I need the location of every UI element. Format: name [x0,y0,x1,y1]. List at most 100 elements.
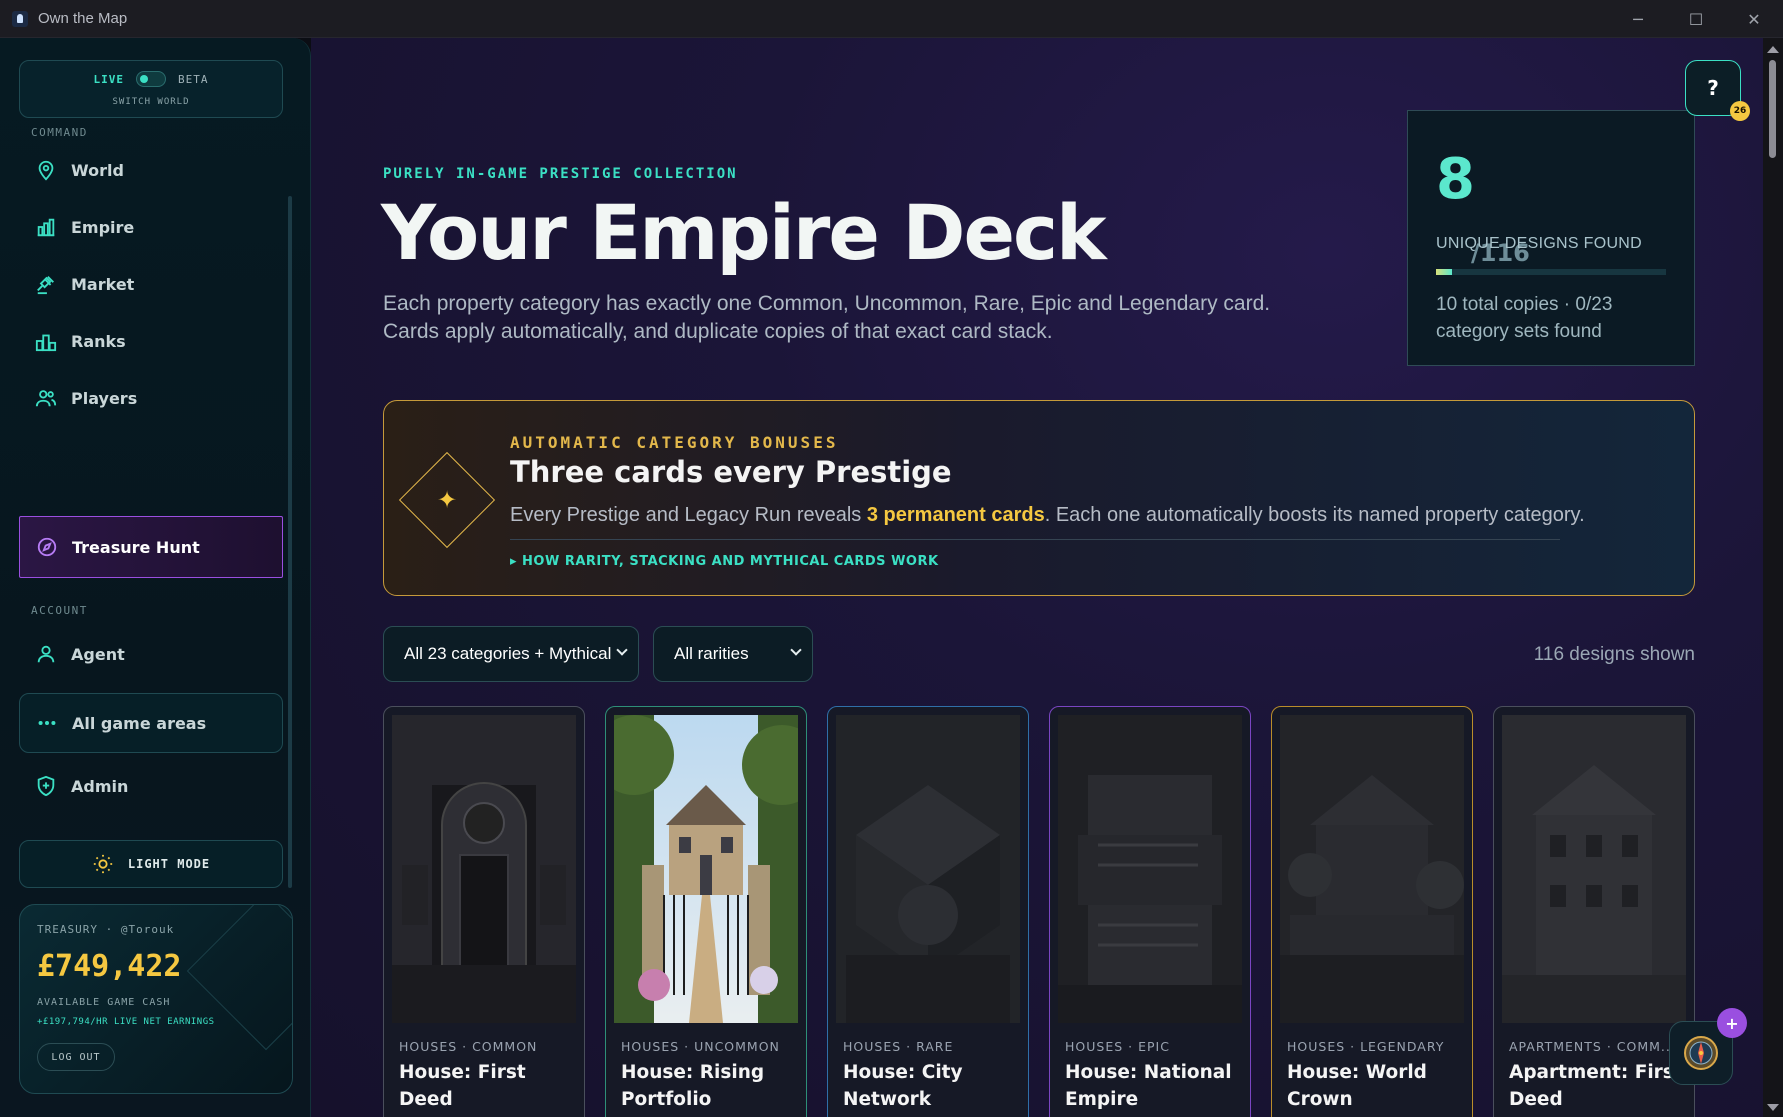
map-pin-icon [38,160,54,181]
live-label: LIVE [93,72,124,86]
sidebar-item-label: Market [71,274,135,294]
collection-progress-fill [1436,269,1452,275]
logout-button[interactable]: LOG OUT [37,1043,115,1071]
rarity-info-toggle[interactable]: ▸ HOW RARITY, STACKING AND MYTHICAL CARD… [510,554,939,569]
sidebar-item-label: Treasure Hunt [72,537,200,557]
sidebar-scrollbar[interactable] [288,196,292,888]
close-button[interactable]: ✕ [1725,0,1783,38]
designs-found-count: 8 [1436,147,1475,212]
sidebar-item-all-game-areas[interactable]: All game areas [19,693,283,753]
category-filter-select[interactable]: All 23 categories + Mythical [383,626,639,682]
users-icon [35,390,57,407]
treasury-panel: TREASURY · @Torouk £749,422 AVAILABLE GA… [19,904,293,1094]
card-artwork [1280,715,1464,1023]
sun-icon [93,854,113,874]
bonus-text-end: . Each one automatically boosts its name… [1044,504,1585,526]
main-content: PURELY IN-GAME PRESTIGE COLLECTION Your … [311,38,1763,1117]
scroll-up-arrow-icon[interactable] [1767,46,1779,53]
scroll-down-arrow-icon[interactable] [1767,1104,1779,1111]
sidebar-item-players[interactable]: Players [19,376,283,420]
shield-plus-icon [37,775,55,797]
card-meta: HOUSES · COMMON [399,1039,538,1054]
category-filter-value: All 23 categories + Mythical [404,644,612,663]
sidebar-item-treasure-hunt[interactable]: Treasure Hunt [19,516,283,578]
deck-card[interactable]: HOUSES · EPIC House: National Empire [1049,706,1251,1117]
switch-world-label: SWITCH WORLD [112,97,190,107]
fab-badge: + [1717,1008,1747,1038]
sidebar: LIVE BETA SWITCH WORLD COMMAND World Emp… [0,38,311,1117]
bonus-title: Three cards every Prestige [510,455,952,489]
card-artwork [1502,715,1686,1023]
minimize-button[interactable]: ─ [1609,0,1667,38]
rarity-filter-value: All rarities [674,644,749,663]
podium-icon [35,334,57,352]
card-meta: APARTMENTS · COMM... [1509,1039,1676,1054]
app-logo-icon [12,10,28,27]
cash-label: AVAILABLE GAME CASH [37,997,171,1008]
divider [510,539,1560,540]
sidebar-item-empire[interactable]: Empire [19,205,283,249]
bonus-text-start: Every Prestige and Legacy Run reveals [510,504,867,526]
sidebar-item-agent[interactable]: Agent [19,632,283,676]
sidebar-item-label: World [71,160,124,180]
deck-card[interactable]: HOUSES · RARE House: City Network [827,706,1029,1117]
rarity-filter-select[interactable]: All rarities [653,626,813,682]
world-toggle[interactable] [136,71,166,87]
collection-stats: 8 /116 UNIQUE DESIGNS FOUND 10 total cop… [1407,110,1695,366]
deck-card[interactable]: HOUSES · UNCOMMON House: Rising Portfoli… [605,706,807,1117]
page-eyebrow: PURELY IN-GAME PRESTIGE COLLECTION [383,166,738,182]
world-switch[interactable]: LIVE BETA SWITCH WORLD [19,60,283,118]
main-scrollbar[interactable] [1763,38,1783,1117]
light-mode-button[interactable]: LIGHT MODE [19,840,283,888]
treasury-label: TREASURY · @Torouk [37,923,175,936]
bonus-eyebrow: AUTOMATIC CATEGORY BONUSES [510,433,839,452]
account-section-label: ACCOUNT [31,604,88,617]
beta-label: BETA [178,72,209,86]
window-controls: ─ ☐ ✕ [1609,0,1783,38]
sidebar-item-ranks[interactable]: Ranks [19,319,283,363]
sidebar-item-label: Agent [71,644,125,664]
sidebar-item-label: All game areas [72,713,207,733]
card-title: House: First Deed [399,1062,526,1110]
chart-bars-icon [37,218,55,237]
title-bar: Own the Map ─ ☐ ✕ [0,0,1783,38]
sidebar-item-label: Admin [71,776,129,796]
scrollbar-thumb[interactable] [1769,60,1776,158]
card-title: Apartment: First Deed [1509,1062,1683,1110]
sidebar-item-market[interactable]: Market [19,262,283,306]
page-title: Your Empire Deck [381,188,1107,277]
sidebar-item-label: Empire [71,217,135,237]
light-mode-label: LIGHT MODE [127,857,211,871]
sidebar-item-world[interactable]: World [19,148,283,192]
card-artwork [1058,715,1242,1023]
help-button[interactable]: ? 26 [1685,60,1750,121]
sparkle-icon: ✦ [436,486,458,514]
bonus-text: Every Prestige and Legacy Run reveals 3 … [510,504,1610,527]
card-artwork [392,715,576,1023]
live-earnings: +£197,794/HR LIVE NET EARNINGS [37,1017,215,1027]
card-meta: HOUSES · UNCOMMON [621,1039,780,1054]
user-icon [37,645,55,663]
collection-progress-bar [1436,269,1666,275]
sidebar-item-label: Ranks [71,331,126,351]
page-description: Each property category has exactly one C… [383,292,1271,343]
designs-found-label: UNIQUE DESIGNS FOUND [1436,235,1643,252]
deck-card[interactable]: HOUSES · LEGENDARY House: World Crown [1271,706,1473,1117]
sidebar-item-label: Players [71,388,138,408]
gavel-icon [37,276,54,295]
maximize-button[interactable]: ☐ [1667,0,1725,38]
deck-card[interactable]: HOUSES · COMMON House: First Deed [383,706,585,1117]
card-meta: HOUSES · EPIC [1065,1039,1170,1054]
sidebar-item-admin[interactable]: Admin [19,764,283,808]
card-artwork [614,715,798,1023]
chevron-down-icon [616,644,628,656]
card-title: House: City Network [843,1062,963,1110]
treasury-cash: £749,422 [37,949,182,984]
card-title: House: World Crown [1287,1062,1427,1110]
help-badge: 26 [1730,101,1750,121]
card-meta: HOUSES · LEGENDARY [1287,1039,1445,1054]
card-title: House: Rising Portfolio [621,1062,765,1110]
card-title: House: National Empire [1065,1062,1232,1110]
deck-card[interactable]: APARTMENTS · COMM... Apartment: First De… [1493,706,1695,1117]
bonus-text-highlight: 3 permanent cards [866,504,1045,526]
